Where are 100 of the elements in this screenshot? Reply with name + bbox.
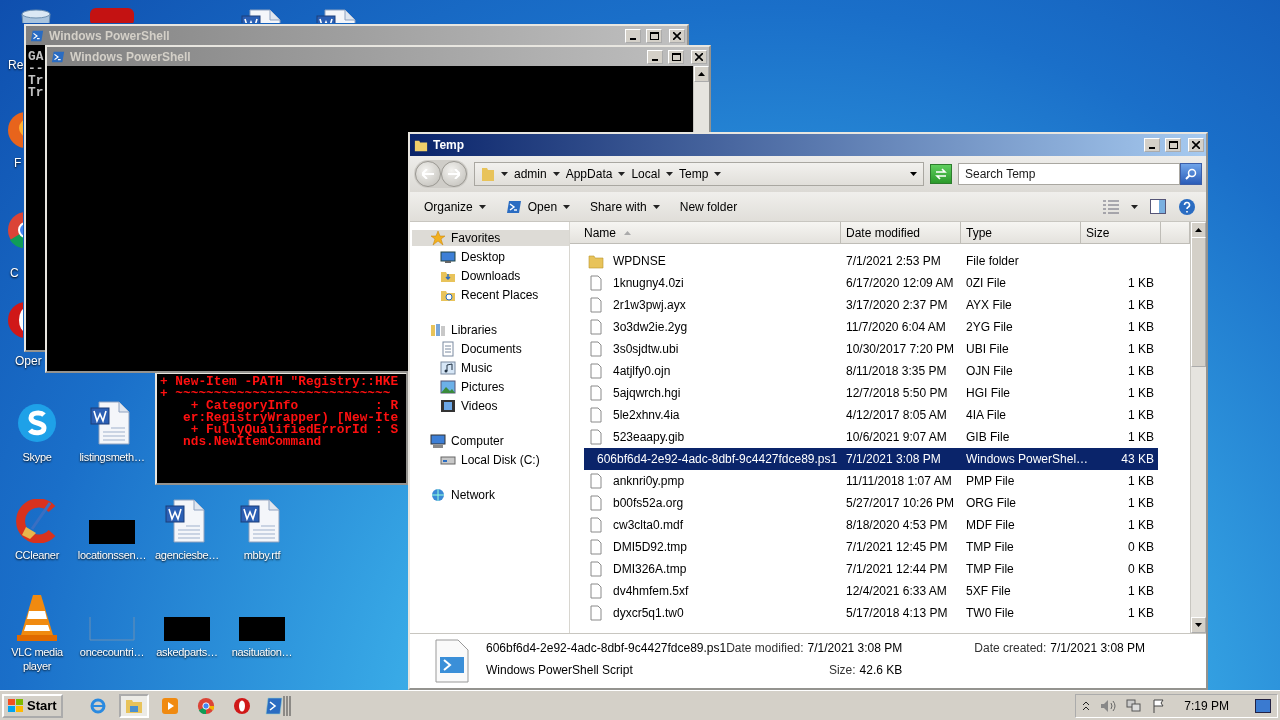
file-row[interactable]: WPDNSE 7/1/2021 2:53 PM File folder <box>584 250 1158 272</box>
size-cell-text: 0 KB <box>1127 562 1155 576</box>
column-header[interactable]: Name <box>570 222 841 243</box>
scroll-up-icon <box>698 72 705 76</box>
file-row[interactable]: 5le2xhnv.4ia 4/12/2017 8:05 AM 4IA File 1 KB <box>584 404 1158 426</box>
nav-item[interactable]: Recent Places <box>412 287 569 303</box>
monitor-icon <box>440 249 456 265</box>
minimize-button[interactable] <box>1144 138 1160 152</box>
type-cell-text: Windows PowerShel… <box>965 452 1088 466</box>
search-field[interactable]: Search Temp <box>958 163 1180 185</box>
file-row[interactable]: dyxcr5q1.tw0 5/17/2018 4:13 PM TW0 File 1 KB <box>584 602 1158 624</box>
file-row[interactable]: 606bf6d4-2e92-4adc-8dbf-9c4427fdce89.ps1 7/1/2021 3:08 PM Windows PowerShel… 43 KB <box>584 448 1158 470</box>
back-button[interactable] <box>415 161 441 187</box>
file-row[interactable]: 3o3dw2ie.2yg 11/7/2020 6:04 AM 2YG File 1 KB <box>584 316 1158 338</box>
file-row[interactable]: dv4hmfem.5xf 12/4/2021 6:33 AM 5XF File 1 KB <box>584 580 1158 602</box>
breadcrumb[interactable]: Temp <box>679 167 709 181</box>
close-button[interactable] <box>691 49 707 64</box>
window-title: Temp <box>433 138 466 152</box>
nav-item[interactable]: Videos <box>412 398 569 414</box>
breadcrumb[interactable]: admin <box>514 167 547 181</box>
maximize-button[interactable] <box>668 49 684 64</box>
file-row[interactable]: 523eaapy.gib 10/6/2021 9:07 AM GIB File 1 KB <box>584 426 1158 448</box>
type-cell-text: TW0 File <box>965 606 1015 620</box>
minimize-icon <box>630 37 636 40</box>
scroll-thumb[interactable] <box>1191 237 1206 367</box>
nav-item[interactable]: Music <box>412 360 569 376</box>
file-row[interactable]: 5ajqwrch.hgi 12/7/2018 5:50 PM HGI File 1 KB <box>584 382 1158 404</box>
file-name: 3o3dw2ie.2yg <box>612 320 689 334</box>
file-row[interactable]: 1knugny4.0zi 6/17/2020 12:09 AM 0ZI File 1 KB <box>584 272 1158 294</box>
chevron-up-icon[interactable] <box>1082 700 1091 711</box>
minimize-button[interactable] <box>647 49 663 64</box>
breadcrumb[interactable]: Local <box>631 167 661 181</box>
breadcrumb[interactable]: AppData <box>565 167 613 181</box>
column-header[interactable]: Size <box>1081 222 1161 243</box>
file-type: Windows PowerShell Script <box>486 663 634 679</box>
nav-item[interactable]: Downloads <box>412 268 569 284</box>
refresh-button[interactable] <box>930 164 952 184</box>
icon-label: Skype <box>21 450 53 464</box>
music-note-icon <box>440 360 456 376</box>
minimize-button[interactable] <box>625 28 641 43</box>
taskbar-app[interactable] <box>262 693 293 718</box>
size-cell-text: 1 KB <box>1127 408 1155 422</box>
help-icon[interactable] <box>1178 197 1196 216</box>
scroll-bar[interactable] <box>1190 222 1206 633</box>
file-name: 5ajqwrch.hgi <box>612 386 682 400</box>
date-cell-text: 5/17/2018 4:13 PM <box>845 606 949 620</box>
file-row[interactable]: 4atjlfy0.ojn 8/11/2018 3:35 PM OJN File 1 KB <box>584 360 1158 382</box>
show-desktop-icon[interactable] <box>1255 698 1271 713</box>
maximize-button[interactable] <box>1165 138 1181 152</box>
toolbar-button[interactable]: Organize <box>416 196 494 217</box>
speaker-icon[interactable] <box>1100 698 1117 713</box>
file-row[interactable]: DMI5D92.tmp 7/1/2021 12:45 PM TMP File 0 KB <box>584 536 1158 558</box>
preview-pane-icon[interactable] <box>1150 199 1166 214</box>
taskbar-app[interactable] <box>118 693 149 718</box>
date-cell-text: 8/18/2020 4:53 PM <box>845 518 949 532</box>
column-header[interactable]: Date modified <box>841 222 961 243</box>
nav-item[interactable]: Desktop <box>412 249 569 265</box>
chat-app-icon[interactable] <box>15 401 59 445</box>
scroll-bar[interactable] <box>693 66 709 132</box>
date-cell-text: 10/30/2017 7:20 PM <box>845 342 956 356</box>
nav-item[interactable]: Local Disk (C:) <box>412 452 569 468</box>
file-icon <box>588 363 604 379</box>
close-button[interactable] <box>1188 138 1204 152</box>
nav-item[interactable]: Documents <box>412 341 569 357</box>
network-icon[interactable] <box>1126 698 1143 713</box>
toolbar-button[interactable]: New folder <box>671 196 746 217</box>
toolbar-button[interactable]: Open <box>497 195 579 218</box>
nav-item[interactable]: Pictures <box>412 379 569 395</box>
file-icon <box>588 605 604 621</box>
caret-icon <box>910 172 917 176</box>
maximize-icon <box>649 31 659 40</box>
nav-item[interactable]: Computer <box>412 433 569 449</box>
size-cell-text: 43 KB <box>1120 452 1155 466</box>
file-row[interactable]: 3s0sjdtw.ubi 10/30/2017 7:20 PM UBI File 1 KB <box>584 338 1158 360</box>
nav-item[interactable]: Libraries <box>412 322 569 338</box>
nav-item[interactable]: Favorites <box>412 230 569 246</box>
search-button[interactable] <box>1180 163 1202 185</box>
flag-icon[interactable] <box>1152 698 1167 713</box>
error-line: nds.NewItemCommand <box>182 436 322 448</box>
traffic-cone-icon[interactable] <box>17 593 57 643</box>
nav-item[interactable]: Network <box>412 487 569 503</box>
clock[interactable]: 7:19 PM <box>1176 698 1245 713</box>
start-button[interactable]: Start <box>2 693 63 718</box>
file-row[interactable]: anknri0y.pmp 11/11/2018 1:07 AM PMP File 1 KB <box>584 470 1158 492</box>
close-icon <box>1192 141 1200 149</box>
file-row[interactable]: cw3clta0.mdf 8/18/2020 4:53 PM MDF File 1 KB <box>584 514 1158 536</box>
address-bar[interactable]: admin AppData Local Temp <box>474 162 924 186</box>
picture-icon <box>440 379 456 395</box>
file-row[interactable]: 2r1w3pwj.ayx 3/17/2020 2:37 PM AYX File 1 KB <box>584 294 1158 316</box>
file-row[interactable]: DMI326A.tmp 7/1/2021 12:44 PM TMP File 0 KB <box>584 558 1158 580</box>
close-button[interactable] <box>669 28 685 43</box>
column-header[interactable]: Type <box>961 222 1081 243</box>
file-row[interactable]: b00fs52a.org 5/27/2017 10:26 PM ORG File 1 KB <box>584 492 1158 514</box>
maximize-button[interactable] <box>646 28 662 43</box>
file-icon <box>588 429 604 445</box>
toolbar-button[interactable]: Share with <box>582 196 668 217</box>
file-name: 5le2xhnv.4ia <box>612 408 681 422</box>
windows-logo-icon <box>8 698 24 713</box>
forward-button[interactable] <box>441 161 467 187</box>
file-icon <box>588 297 604 313</box>
